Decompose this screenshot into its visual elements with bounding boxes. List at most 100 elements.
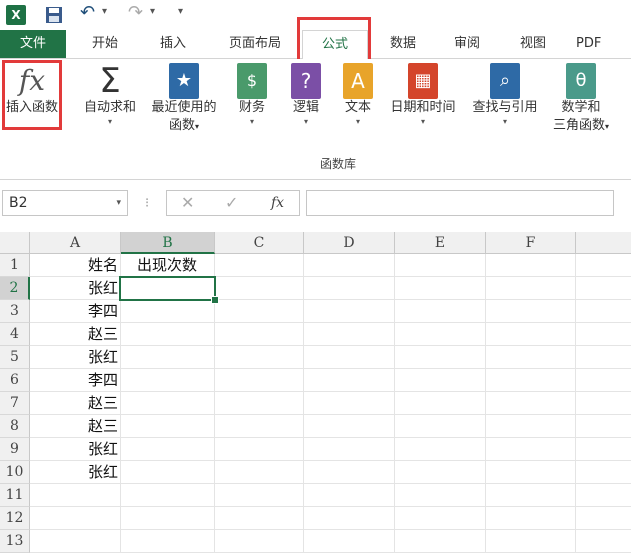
row-header-9[interactable]: 9 (0, 438, 30, 461)
text-caret-icon: ▾ (355, 117, 360, 126)
excel-logo-icon: X (6, 5, 26, 25)
logical-button[interactable]: ? 逻辑 ▾ (286, 63, 326, 127)
column-header-c[interactable]: C (215, 232, 304, 254)
select-all-corner[interactable] (0, 232, 30, 254)
tab-file[interactable]: 文件 (0, 30, 66, 58)
insert-function-highlight (2, 60, 62, 130)
formula-bar: B2 ▾ ⁝ ✕ ✓ fx (0, 186, 631, 222)
customize-toolbar-icon[interactable]: ▾ (178, 6, 183, 17)
math-trig-label-2: 三角函数▾ (552, 118, 610, 133)
date-time-label: 日期和时间 (390, 100, 456, 115)
tab-home[interactable]: 开始 (80, 30, 130, 58)
date-time-button[interactable]: ▦ 日期和时间 ▾ (384, 63, 462, 127)
redo-dropdown-icon[interactable]: ▾ (150, 6, 155, 17)
name-box-value: B2 (9, 195, 28, 211)
function-library-group-label: 函数库 (320, 157, 357, 171)
row-header-6[interactable]: 6 (0, 369, 30, 392)
cell-b1[interactable]: 出现次数 (121, 254, 241, 277)
enter-icon[interactable]: ✓ (225, 193, 238, 212)
redo-icon[interactable]: ↷ (128, 2, 143, 23)
row-header-2[interactable]: 2 (0, 277, 30, 300)
recently-used-label-2: 函数▾ (168, 118, 200, 133)
fill-handle[interactable] (211, 296, 219, 304)
cell-a3[interactable]: 李四 (30, 300, 120, 323)
row-header-7[interactable]: 7 (0, 392, 30, 415)
math-trig-button[interactable]: θ 数学和 三角函数▾ (548, 63, 614, 136)
undo-icon[interactable]: ↶ (80, 2, 95, 23)
row-header-11[interactable]: 11 (0, 484, 30, 507)
cell-a9[interactable]: 张红 (30, 438, 120, 461)
row-header-13[interactable]: 13 (0, 530, 30, 553)
ribbon-formulas: fx 插入函数 Σ 自动求和 ▾ ★ 最近使用的 函数▾ $ 财务 ▾ ? 逻辑… (0, 59, 631, 180)
column-header-b[interactable]: B (121, 232, 215, 254)
autosum-button[interactable]: Σ 自动求和 ▾ (80, 63, 140, 127)
formula-input[interactable] (306, 190, 614, 216)
recently-used-caret-icon: ▾ (195, 122, 200, 131)
cell-a4[interactable]: 赵三 (30, 323, 120, 346)
financial-label: 财务 (238, 100, 265, 115)
row-header-3[interactable]: 3 (0, 300, 30, 323)
column-header-d[interactable]: D (304, 232, 395, 254)
cell-a7[interactable]: 赵三 (30, 392, 120, 415)
lookup-caret-icon: ▾ (502, 117, 507, 126)
autosum-label: 自动求和 (83, 100, 136, 115)
calendar-book-icon: ▦ (408, 63, 438, 99)
cell-a6[interactable]: 李四 (30, 369, 120, 392)
tab-review[interactable]: 审阅 (442, 30, 492, 58)
cell-a2[interactable]: 张红 (30, 277, 120, 300)
star-book-icon: ★ (169, 63, 199, 99)
active-cell-b2[interactable] (119, 276, 216, 301)
gridline (394, 254, 395, 553)
column-header-e[interactable]: E (395, 232, 486, 254)
column-header-a[interactable]: A (30, 232, 121, 254)
undo-dropdown-icon[interactable]: ▾ (102, 6, 107, 17)
financial-button[interactable]: $ 财务 ▾ (232, 63, 272, 127)
text-label: 文本 (344, 100, 371, 115)
tab-view[interactable]: 视图 (508, 30, 558, 58)
gridline (303, 254, 304, 553)
save-icon[interactable] (44, 5, 64, 25)
lookup-reference-button[interactable]: ⌕ 查找与引用 ▾ (466, 63, 544, 127)
row-header-4[interactable]: 4 (0, 323, 30, 346)
spreadsheet-grid: A B C D E F 1 2 3 4 5 6 7 8 9 10 11 12 1… (0, 232, 631, 553)
math-book-icon: θ (566, 63, 596, 99)
cell-a5[interactable]: 张红 (30, 346, 120, 369)
logical-book-icon: ? (291, 63, 321, 99)
logical-caret-icon: ▾ (303, 117, 308, 126)
gridline (485, 254, 486, 553)
row-header-12[interactable]: 12 (0, 507, 30, 530)
column-header-g[interactable] (576, 232, 631, 254)
recently-used-label: 最近使用的 (151, 100, 217, 115)
row-header-8[interactable]: 8 (0, 415, 30, 438)
row-header-10[interactable]: 10 (0, 461, 30, 484)
recently-used-button[interactable]: ★ 最近使用的 函数▾ (146, 63, 222, 136)
row-header-1[interactable]: 1 (0, 254, 30, 277)
financial-book-icon: $ (237, 63, 267, 99)
financial-caret-icon: ▾ (249, 117, 254, 126)
text-book-icon: A (343, 63, 373, 99)
lookup-book-icon: ⌕ (490, 63, 520, 99)
cell-a10[interactable]: 张红 (30, 461, 120, 484)
autosum-caret-icon: ▾ (107, 117, 112, 126)
insert-function-fx-icon[interactable]: fx (271, 195, 284, 211)
logical-label: 逻辑 (292, 100, 319, 115)
tab-page-layout[interactable]: 页面布局 (216, 30, 294, 58)
sigma-icon: Σ (99, 61, 121, 101)
name-box[interactable]: B2 ▾ (2, 190, 128, 216)
cancel-icon[interactable]: ✕ (181, 193, 194, 212)
math-trig-caret-icon: ▾ (605, 122, 610, 131)
text-button[interactable]: A 文本 ▾ (338, 63, 378, 127)
date-time-caret-icon: ▾ (420, 117, 425, 126)
tab-pdf[interactable]: PDF (576, 30, 631, 58)
formula-bar-separator: ⁝ (145, 196, 150, 211)
math-trig-label: 数学和 (561, 100, 601, 115)
formula-bar-buttons: ✕ ✓ fx (166, 190, 300, 216)
gridline (575, 254, 576, 553)
name-box-dropdown-icon[interactable]: ▾ (116, 191, 121, 215)
cell-a1[interactable]: 姓名 (30, 254, 120, 277)
tab-data[interactable]: 数据 (378, 30, 428, 58)
tab-insert[interactable]: 插入 (148, 30, 198, 58)
column-header-f[interactable]: F (486, 232, 576, 254)
cell-a8[interactable]: 赵三 (30, 415, 120, 438)
row-header-5[interactable]: 5 (0, 346, 30, 369)
